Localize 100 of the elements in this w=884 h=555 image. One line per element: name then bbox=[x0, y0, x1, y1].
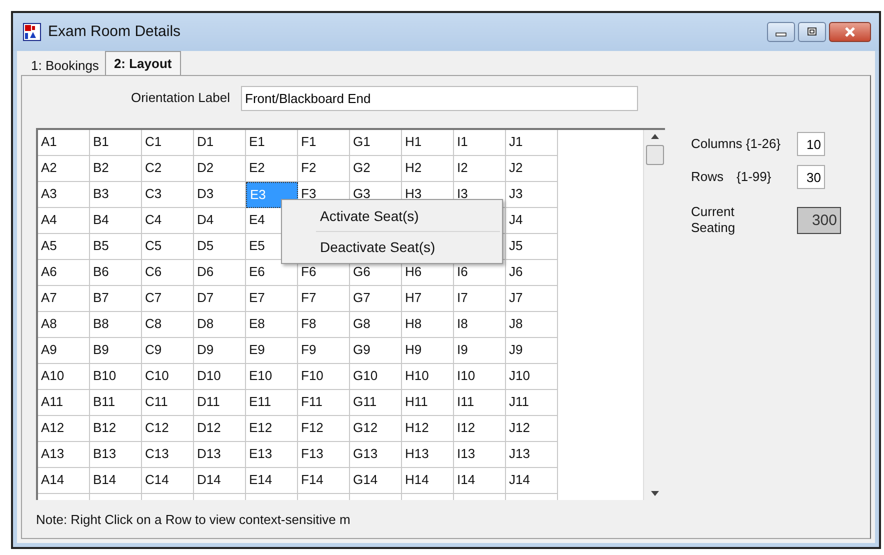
seat-cell[interactable]: A8 bbox=[38, 312, 90, 338]
seat-cell[interactable]: J5 bbox=[506, 234, 558, 260]
seat-cell[interactable]: G14 bbox=[350, 468, 402, 494]
seat-cell[interactable]: B9 bbox=[90, 338, 142, 364]
seat-cell[interactable]: A11 bbox=[38, 390, 90, 416]
seat-cell[interactable]: E9 bbox=[246, 338, 298, 364]
seat-cell[interactable]: I1 bbox=[454, 130, 506, 156]
seat-cell[interactable]: B1 bbox=[90, 130, 142, 156]
seat-cell[interactable]: B10 bbox=[90, 364, 142, 390]
seat-cell[interactable]: B8 bbox=[90, 312, 142, 338]
seat-cell[interactable]: C3 bbox=[142, 182, 194, 208]
seat-cell[interactable]: F12 bbox=[298, 416, 350, 442]
seat-cell[interactable]: I2 bbox=[454, 156, 506, 182]
seat-cell[interactable]: J8 bbox=[506, 312, 558, 338]
seat-cell[interactable]: B7 bbox=[90, 286, 142, 312]
columns-field[interactable]: 10 bbox=[797, 132, 825, 156]
seat-cell[interactable]: J13 bbox=[506, 442, 558, 468]
seat-cell[interactable]: H10 bbox=[402, 364, 454, 390]
seat-cell[interactable]: B11 bbox=[90, 390, 142, 416]
seat-cell[interactable]: J12 bbox=[506, 416, 558, 442]
seat-cell[interactable]: G2 bbox=[350, 156, 402, 182]
maximize-button[interactable] bbox=[798, 22, 826, 42]
seat-cell[interactable]: E1 bbox=[246, 130, 298, 156]
orientation-field[interactable]: Front/Blackboard End bbox=[241, 86, 638, 110]
seat-cell[interactable]: H8 bbox=[402, 312, 454, 338]
seat-cell[interactable]: C9 bbox=[142, 338, 194, 364]
seat-cell[interactable]: F11 bbox=[298, 390, 350, 416]
seat-cell[interactable]: I10 bbox=[454, 364, 506, 390]
seat-cell[interactable]: D14 bbox=[194, 468, 246, 494]
seat-cell[interactable]: G12 bbox=[350, 416, 402, 442]
seat-cell[interactable]: A6 bbox=[38, 260, 90, 286]
rows-field[interactable]: 30 bbox=[797, 165, 825, 189]
seat-cell[interactable]: D12 bbox=[194, 416, 246, 442]
seat-cell[interactable]: D5 bbox=[194, 234, 246, 260]
seat-cell[interactable]: A3 bbox=[38, 182, 90, 208]
seat-cell[interactable]: I14 bbox=[454, 468, 506, 494]
seat-cell[interactable]: C2 bbox=[142, 156, 194, 182]
seat-cell[interactable]: I13 bbox=[454, 442, 506, 468]
seat-cell[interactable]: J6 bbox=[506, 260, 558, 286]
seat-cell[interactable]: D1 bbox=[194, 130, 246, 156]
seat-cell[interactable]: H11 bbox=[402, 390, 454, 416]
seat-cell[interactable]: I11 bbox=[454, 390, 506, 416]
seat-cell[interactable]: A1 bbox=[38, 130, 90, 156]
seat-cell[interactable]: J10 bbox=[506, 364, 558, 390]
seat-cell[interactable]: J11 bbox=[506, 390, 558, 416]
seat-cell[interactable]: C4 bbox=[142, 208, 194, 234]
seat-cell[interactable]: A2 bbox=[38, 156, 90, 182]
seat-cell[interactable]: C5 bbox=[142, 234, 194, 260]
seat-cell[interactable]: H13 bbox=[402, 442, 454, 468]
seat-cell[interactable]: J4 bbox=[506, 208, 558, 234]
tab[interactable]: 2: Layout bbox=[104, 51, 181, 75]
seat-cell[interactable]: D7 bbox=[194, 286, 246, 312]
seat-cell[interactable]: E10 bbox=[246, 364, 298, 390]
seat-cell[interactable]: D8 bbox=[194, 312, 246, 338]
seat-cell[interactable]: G7 bbox=[350, 286, 402, 312]
seat-cell[interactable]: C12 bbox=[142, 416, 194, 442]
seat-cell[interactable]: E8 bbox=[246, 312, 298, 338]
seat-cell[interactable]: E11 bbox=[246, 390, 298, 416]
scroll-down-icon[interactable] bbox=[650, 491, 659, 496]
seat-cell[interactable]: A5 bbox=[38, 234, 90, 260]
seat-cell[interactable]: J7 bbox=[506, 286, 558, 312]
seat-cell[interactable]: F14 bbox=[298, 468, 350, 494]
seat-cell[interactable]: C11 bbox=[142, 390, 194, 416]
seat-cell[interactable]: C7 bbox=[142, 286, 194, 312]
seat-cell[interactable]: I7 bbox=[454, 286, 506, 312]
seat-cell[interactable]: B12 bbox=[90, 416, 142, 442]
seat-cell[interactable]: D11 bbox=[194, 390, 246, 416]
seat-cell[interactable]: D13 bbox=[194, 442, 246, 468]
seat-cell[interactable]: G1 bbox=[350, 130, 402, 156]
minimize-button[interactable] bbox=[767, 22, 795, 42]
seat-cell[interactable]: J3 bbox=[506, 182, 558, 208]
seat-cell[interactable]: J1 bbox=[506, 130, 558, 156]
seat-cell[interactable]: J2 bbox=[506, 156, 558, 182]
seat-cell[interactable]: F13 bbox=[298, 442, 350, 468]
seat-cell[interactable]: D4 bbox=[194, 208, 246, 234]
seat-cell[interactable]: I9 bbox=[454, 338, 506, 364]
seat-cell[interactable]: F2 bbox=[298, 156, 350, 182]
seat-cell[interactable]: G8 bbox=[350, 312, 402, 338]
seat-cell[interactable]: G11 bbox=[350, 390, 402, 416]
seat-cell[interactable]: C10 bbox=[142, 364, 194, 390]
seat-cell[interactable]: F8 bbox=[298, 312, 350, 338]
seat-cell[interactable]: H14 bbox=[402, 468, 454, 494]
seat-cell[interactable]: F10 bbox=[298, 364, 350, 390]
seat-cell[interactable]: C13 bbox=[142, 442, 194, 468]
seat-cell[interactable]: C8 bbox=[142, 312, 194, 338]
seat-cell[interactable]: A13 bbox=[38, 442, 90, 468]
scroll-thumb[interactable] bbox=[646, 145, 664, 165]
seat-cell[interactable]: B5 bbox=[90, 234, 142, 260]
seat-cell[interactable]: D10 bbox=[194, 364, 246, 390]
seat-cell[interactable]: D2 bbox=[194, 156, 246, 182]
seat-cell[interactable]: G9 bbox=[350, 338, 402, 364]
seat-cell[interactable]: E14 bbox=[246, 468, 298, 494]
seat-cell[interactable]: H2 bbox=[402, 156, 454, 182]
tab[interactable]: 1: Bookings bbox=[25, 54, 105, 75]
seat-cell[interactable]: A14 bbox=[38, 468, 90, 494]
seat-cell[interactable]: B2 bbox=[90, 156, 142, 182]
seat-cell[interactable]: B4 bbox=[90, 208, 142, 234]
seat-cell[interactable]: J9 bbox=[506, 338, 558, 364]
seat-cell[interactable]: C6 bbox=[142, 260, 194, 286]
seat-cell[interactable]: A9 bbox=[38, 338, 90, 364]
